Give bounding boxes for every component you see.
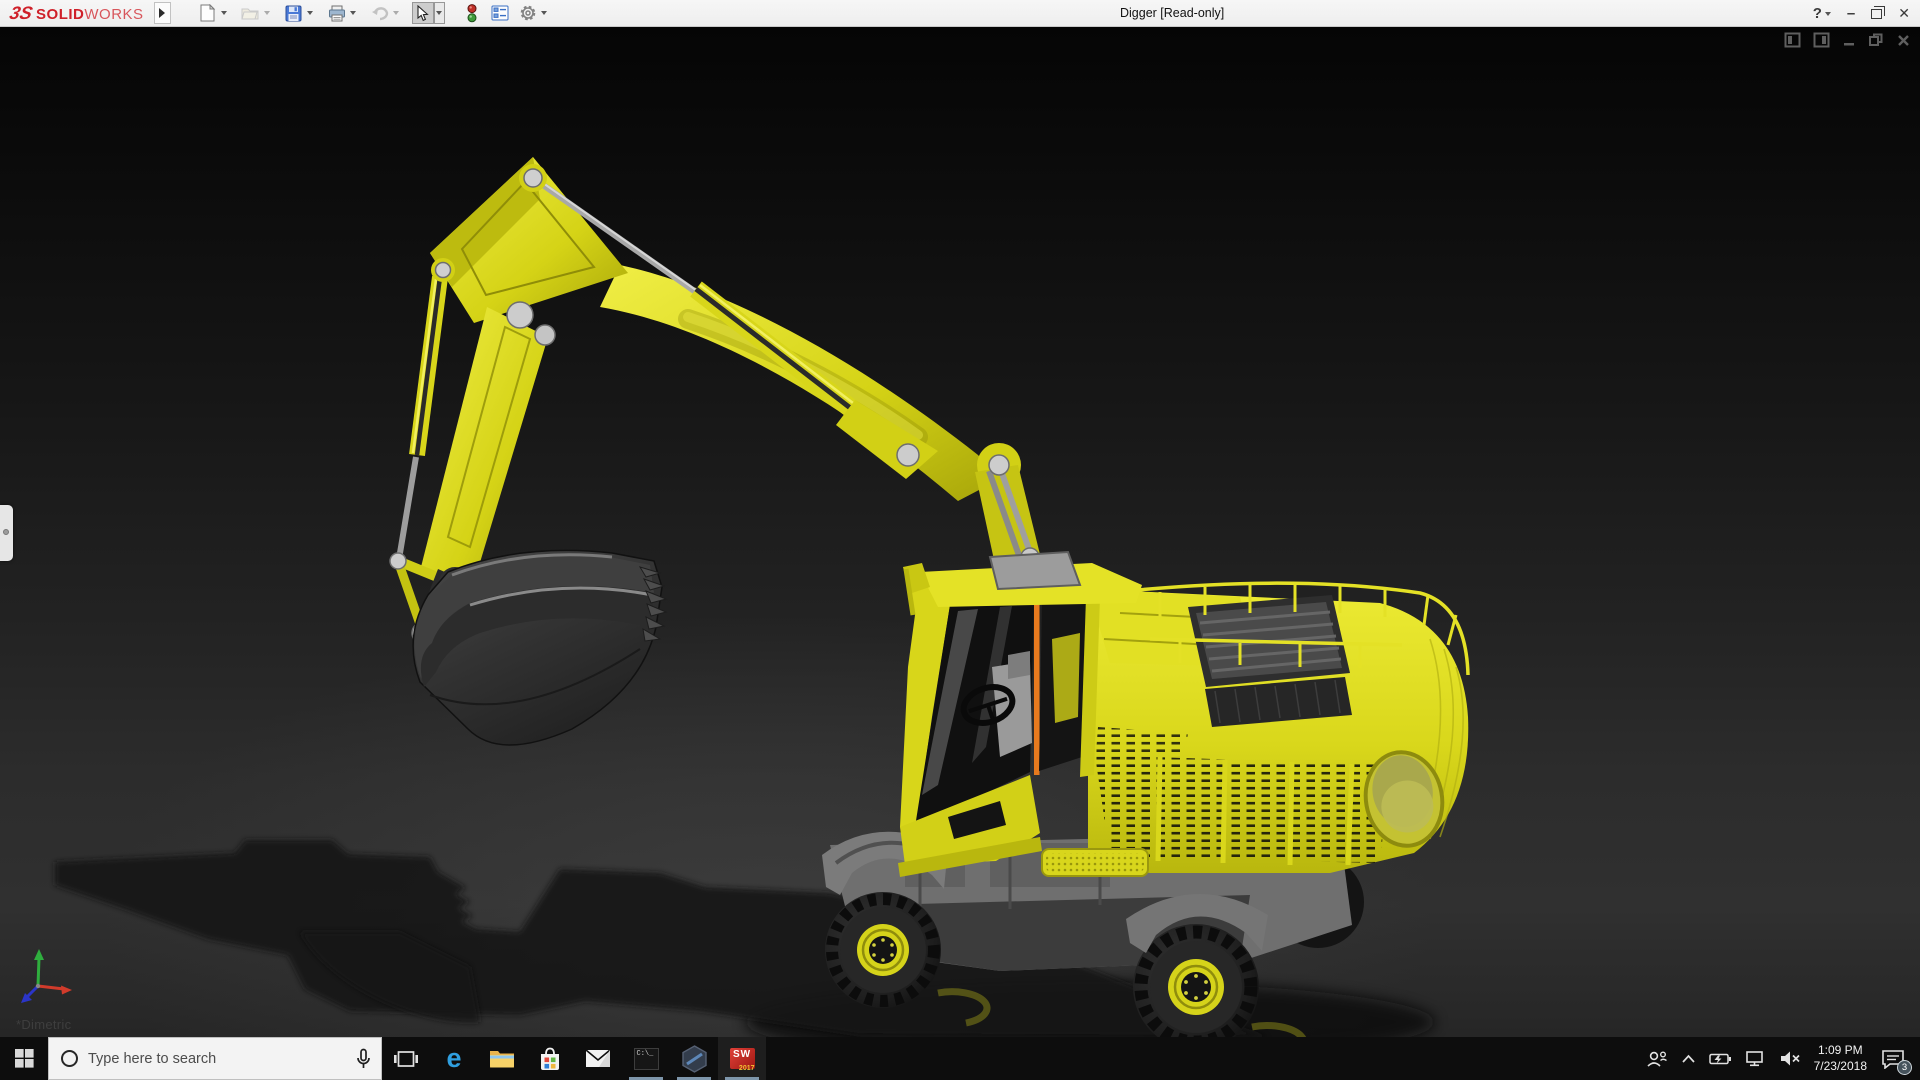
step-plate [1041, 848, 1149, 877]
document-title: Digger [Read-only] [1120, 6, 1225, 20]
clock-time: 1:09 PM [1817, 1042, 1863, 1057]
help-button[interactable]: ? [1813, 5, 1831, 22]
bucket-cylinder[interactable] [531, 175, 938, 479]
close-button[interactable]: ✕ [1898, 5, 1910, 22]
brand-solid: SOLID [36, 5, 85, 23]
new-document-button[interactable] [197, 2, 219, 24]
print-dropdown[interactable] [348, 2, 359, 24]
rebuild-traffic-light-icon [467, 3, 477, 22]
network-icon[interactable] [1745, 1050, 1766, 1067]
store-icon [541, 1047, 559, 1070]
brand-works: WORKS [84, 5, 144, 23]
print-icon [328, 5, 345, 21]
cortana-icon [61, 1050, 78, 1067]
doc-restore-icon[interactable] [1868, 32, 1884, 48]
new-document-icon [200, 4, 216, 22]
show-pane-left-icon[interactable] [1784, 32, 1801, 48]
print-button[interactable] [326, 2, 348, 24]
solidworks-2017-icon: SW 2017 [729, 1046, 755, 1072]
solidworks-logo: 3S SOLID WORKS [0, 3, 144, 24]
options-button[interactable] [517, 2, 539, 24]
open-button[interactable] [240, 2, 262, 24]
taskbar-app-hexagon[interactable] [670, 1037, 718, 1080]
boom-main[interactable] [600, 265, 1000, 501]
windows-logo-icon [14, 1049, 34, 1068]
selected-edge-highlight[interactable] [1034, 603, 1040, 775]
clock-date: 7/23/2018 [1813, 1058, 1867, 1073]
open-folder-icon [241, 8, 259, 20]
minimize-button[interactable]: – [1847, 5, 1855, 22]
taskbar-app-mail[interactable] [574, 1037, 622, 1080]
select-cursor-icon [417, 4, 429, 21]
taskbar-app-store[interactable] [526, 1037, 574, 1080]
stick-arm[interactable] [421, 307, 548, 589]
mail-icon [585, 1049, 611, 1067]
select-dropdown[interactable] [433, 2, 445, 24]
restore-button[interactable] [1871, 5, 1886, 19]
flyout-arrow-icon [159, 8, 166, 18]
undo-dropdown[interactable] [391, 2, 402, 24]
upper-body[interactable] [1041, 581, 1470, 877]
show-pane-right-icon[interactable] [1813, 32, 1830, 48]
taskbar-app-command-prompt[interactable]: C:\_ [622, 1037, 670, 1080]
rebuild-button[interactable] [461, 2, 483, 24]
save-floppy-icon [285, 5, 302, 21]
open-dropdown[interactable] [262, 2, 273, 24]
undo-button[interactable] [369, 2, 391, 24]
document-window-controls [1784, 32, 1911, 48]
x-axis-arrow [61, 985, 72, 995]
options-dropdown[interactable] [539, 2, 550, 24]
command-prompt-icon: C:\_ [633, 1047, 659, 1070]
save-dropdown[interactable] [305, 2, 316, 24]
new-dropdown[interactable] [219, 2, 230, 24]
taskbar-clock[interactable]: 1:09 PM 7/23/2018 [1814, 1043, 1867, 1074]
chevron-up-icon[interactable] [1681, 1053, 1696, 1065]
edge-icon: e [446, 1043, 462, 1073]
search-input[interactable]: Type here to search [48, 1037, 382, 1080]
notification-badge: 3 [1897, 1059, 1912, 1075]
taskbar-app-solidworks[interactable]: SW 2017 [718, 1037, 766, 1080]
doc-minimize-icon[interactable] [1842, 32, 1856, 48]
windows-taskbar: Type here to search e C:\_ SW 2017 1:09 … [0, 1037, 1920, 1080]
orientation-triad[interactable] [21, 949, 72, 1003]
menu-flyout-button[interactable] [153, 2, 171, 24]
start-button[interactable] [0, 1037, 48, 1080]
microphone-icon[interactable] [356, 1048, 371, 1070]
battery-icon[interactable] [1708, 1052, 1732, 1066]
bucket[interactable] [412, 549, 668, 746]
taskbar-app-task-view[interactable] [382, 1037, 430, 1080]
people-icon[interactable] [1646, 1050, 1668, 1068]
volume-muted-icon[interactable] [1779, 1050, 1801, 1067]
3d-scene[interactable] [0, 27, 1920, 1037]
panel-tab-dot [3, 529, 9, 535]
task-view-icon [394, 1050, 418, 1067]
system-tray: 1:09 PM 7/23/2018 3 [1646, 1037, 1920, 1080]
search-placeholder: Type here to search [88, 1050, 217, 1067]
help-dropdown-icon [1824, 11, 1831, 16]
y-axis-arrow [34, 949, 44, 960]
select-tool-button[interactable] [411, 2, 434, 24]
display-pane-icon [491, 5, 509, 21]
quick-access-toolbar [197, 2, 554, 24]
file-explorer-icon [490, 1051, 514, 1068]
taskbar-app-file-explorer[interactable] [478, 1037, 526, 1080]
doc-close-icon[interactable] [1896, 32, 1911, 48]
hexagon-app-icon [681, 1044, 707, 1073]
graphics-viewport[interactable]: *Dimetric [0, 27, 1920, 1037]
front-left-wheel[interactable] [825, 892, 941, 1008]
undo-arrow-icon [371, 6, 388, 20]
options-gear-icon [520, 5, 535, 21]
save-button[interactable] [283, 2, 305, 24]
view-orientation-label: *Dimetric [16, 1017, 72, 1032]
3ds-glyph: 3S [7, 2, 35, 23]
action-center-button[interactable]: 3 [1880, 1046, 1912, 1075]
collapsed-panel-tab[interactable] [0, 505, 13, 561]
taskbar-app-edge[interactable]: e [430, 1037, 478, 1080]
display-settings-button[interactable] [489, 2, 511, 24]
titlebar: 3S SOLID WORKS Digger [Read-only] ? – ✕ [0, 0, 1920, 27]
